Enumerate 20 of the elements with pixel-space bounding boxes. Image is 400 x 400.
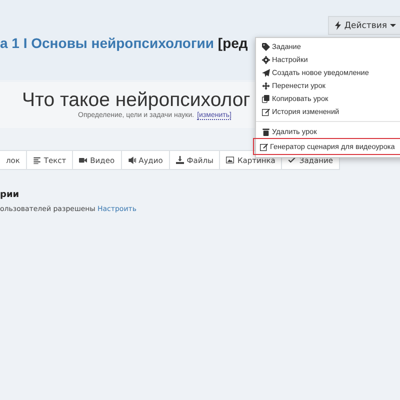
move-arrows-icon	[262, 82, 270, 90]
lesson-heading: Что такое нейропсихолог	[22, 90, 250, 112]
section-title: рии	[0, 190, 20, 200]
text-lines-icon	[32, 156, 41, 164]
checkmark-icon	[288, 156, 296, 164]
course-link[interactable]: а 1 I Основы нейропсихологии	[0, 35, 214, 51]
speaker-icon	[128, 156, 136, 164]
trash-icon	[262, 128, 270, 136]
page-title: а 1 I Основы нейропсихологии [ред	[0, 35, 248, 51]
paper-plane-icon	[262, 68, 270, 76]
lightning-icon	[335, 21, 342, 30]
actions-button[interactable]: Действия	[328, 16, 400, 35]
settings-icon	[262, 56, 270, 64]
video-camera-icon	[79, 156, 88, 164]
image-icon	[226, 156, 234, 164]
edit-icon	[262, 108, 270, 116]
tag-icon	[262, 42, 270, 50]
download-icon	[176, 156, 184, 164]
copy-icon	[262, 94, 270, 102]
edit-icon	[260, 142, 268, 150]
